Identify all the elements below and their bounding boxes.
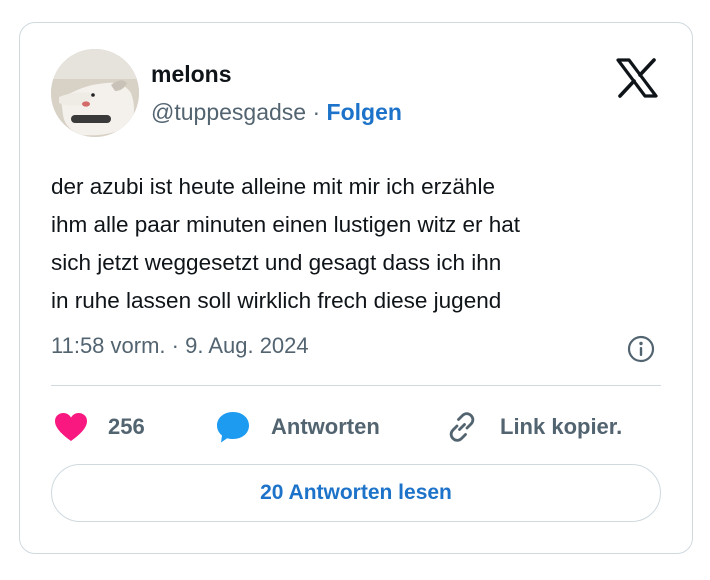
read-replies-button[interactable]: 20 Antworten lesen: [51, 464, 661, 522]
link-icon: [449, 412, 475, 442]
tweet-card: melons @tuppesgadse · Folgen der azubi i…: [19, 22, 693, 554]
tweet-text: der azubi ist heute alleine mit mir ich …: [51, 168, 651, 320]
tweet-timestamp[interactable]: 11:58 vorm. · 9. Aug. 2024: [51, 333, 309, 359]
reply-label: Antworten: [271, 414, 380, 439]
handle-separator: ·: [312, 99, 321, 125]
author-handle-row: @tuppesgadse · Folgen: [151, 99, 402, 126]
avatar[interactable]: [51, 49, 139, 137]
like-count: 256: [108, 414, 145, 439]
tweet-text-line: der azubi ist heute alleine mit mir ich …: [51, 174, 495, 199]
divider: [51, 385, 661, 386]
tweet-text-line: in ruhe lassen soll wirklich frech diese…: [51, 288, 502, 313]
follow-link[interactable]: Folgen: [327, 99, 402, 125]
speech-bubble-icon: [217, 412, 249, 443]
author-name[interactable]: melons: [151, 61, 232, 88]
copy-link-button[interactable]: Link kopier.: [446, 409, 622, 445]
x-logo-icon[interactable]: [616, 58, 658, 98]
avatar-dog-image: [51, 49, 139, 137]
read-replies-label: 20 Antworten lesen: [260, 481, 452, 504]
heart-icon: [55, 413, 87, 441]
info-icon[interactable]: [626, 334, 656, 364]
tweet-text-line: ihm alle paar minuten einen lustigen wit…: [51, 212, 521, 237]
copy-link-label: Link kopier.: [500, 414, 623, 439]
author-handle[interactable]: @tuppesgadse: [151, 99, 306, 125]
reply-button[interactable]: Antworten: [215, 409, 380, 445]
tweet-text-line: sich jetzt weggesetzt und gesagt dass ic…: [51, 250, 502, 275]
like-button[interactable]: 256: [54, 409, 145, 445]
